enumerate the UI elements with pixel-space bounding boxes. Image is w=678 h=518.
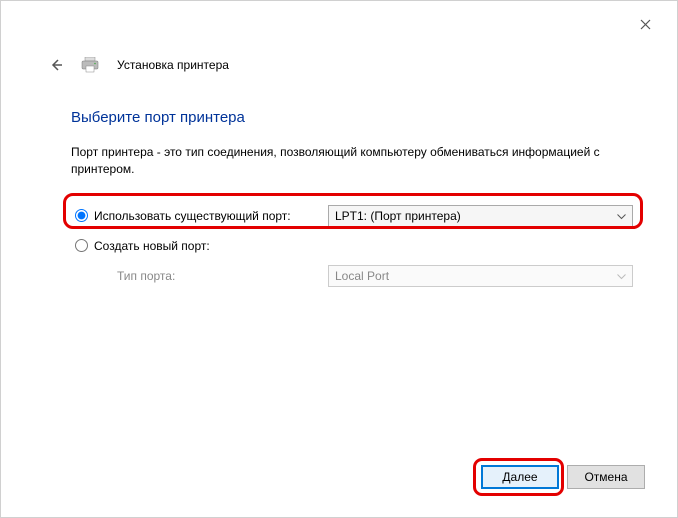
cancel-button[interactable]: Отмена: [567, 465, 645, 489]
page-description: Порт принтера - это тип соединения, позв…: [71, 144, 611, 179]
radio-use-existing-label: Использовать существующий порт:: [94, 209, 291, 223]
option-create-new-port: Создать новый порт:: [71, 233, 637, 259]
radio-create-new-input[interactable]: [75, 239, 88, 252]
dialog-footer: Далее Отмена: [481, 465, 645, 489]
radio-use-existing-input[interactable]: [75, 209, 88, 222]
port-type-row: Тип порта: Local Port: [71, 259, 637, 293]
existing-port-value: LPT1: (Порт принтера): [335, 209, 461, 223]
port-type-value: Local Port: [335, 269, 389, 283]
radio-use-existing-port[interactable]: Использовать существующий порт:: [75, 209, 328, 223]
radio-create-new-port[interactable]: Создать новый порт:: [75, 239, 328, 253]
dialog-window: Установка принтера Выберите порт принтер…: [0, 0, 678, 518]
page-heading: Выберите порт принтера: [71, 109, 637, 126]
existing-port-select[interactable]: LPT1: (Порт принтера): [328, 205, 633, 227]
option-use-existing-port: Использовать существующий порт: LPT1: (П…: [71, 199, 637, 233]
printer-icon: [81, 57, 99, 73]
close-icon: [640, 19, 651, 30]
next-button[interactable]: Далее: [481, 465, 559, 489]
port-type-select: Local Port: [328, 265, 633, 287]
port-type-label: Тип порта:: [75, 269, 175, 283]
radio-create-new-label: Создать новый порт:: [94, 239, 210, 253]
chevron-down-icon: [617, 269, 626, 283]
dialog-title: Установка принтера: [117, 58, 229, 72]
back-button[interactable]: [49, 58, 63, 72]
back-arrow-icon: [49, 58, 63, 72]
close-button[interactable]: [631, 13, 659, 35]
dialog-header: Установка принтера: [49, 57, 229, 73]
dialog-content: Выберите порт принтера Порт принтера - э…: [71, 109, 637, 293]
chevron-down-icon: [617, 209, 626, 223]
